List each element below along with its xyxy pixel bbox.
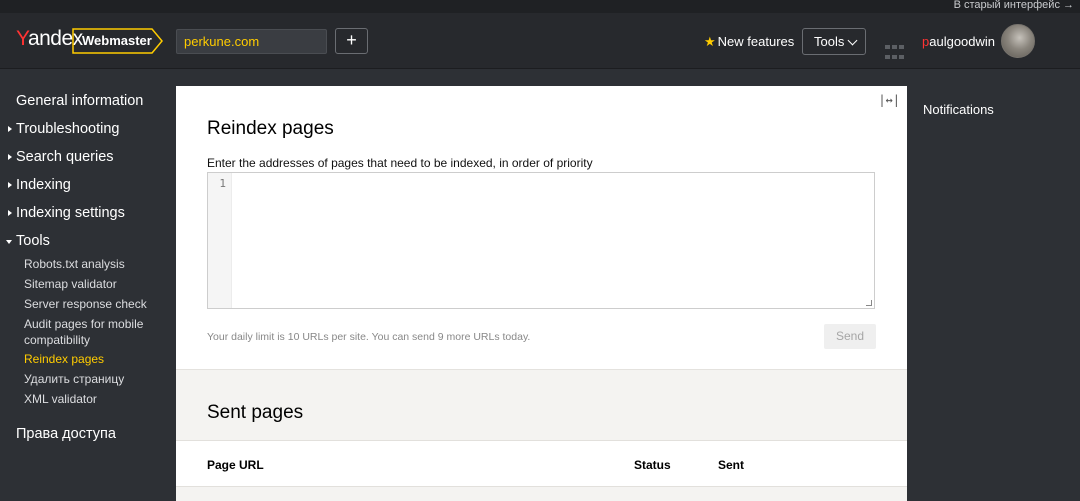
username[interactable]: paulgoodwin bbox=[922, 34, 995, 49]
sidebar-subitem-robots-txt-analysis[interactable]: Robots.txt analysis bbox=[24, 256, 174, 272]
notifications-title[interactable]: Notifications bbox=[923, 102, 994, 117]
star-icon: ★ bbox=[704, 34, 716, 49]
sidebar-item-access-rights[interactable]: Права доступа bbox=[16, 426, 116, 442]
sidebar-subitem-reindex-pages[interactable]: Reindex pages bbox=[24, 351, 174, 367]
column-header-status[interactable]: Status bbox=[634, 458, 671, 472]
sent-pages-section: Sent pages Page URL Status Sent bbox=[176, 369, 907, 501]
send-button[interactable]: Send bbox=[824, 324, 876, 349]
avatar[interactable] bbox=[1001, 24, 1035, 58]
header: Yandex Webmaster perkune.com + ★ New feat… bbox=[0, 13, 1080, 69]
sidebar-item-search-queries[interactable]: Search queries bbox=[8, 149, 114, 165]
site-selector[interactable]: perkune.com bbox=[176, 29, 327, 54]
daily-limit-text: Your daily limit is 10 URLs per site. Yo… bbox=[207, 331, 531, 343]
caret-right-icon bbox=[8, 126, 12, 132]
sent-pages-table-header: Page URL Status Sent bbox=[176, 440, 907, 487]
top-strip: В старый интерфейс → bbox=[0, 0, 1080, 13]
chevron-down-icon bbox=[847, 35, 858, 46]
caret-right-icon bbox=[8, 182, 12, 188]
column-header-page-url[interactable]: Page URL bbox=[207, 458, 264, 472]
sidebar-item-troubleshooting[interactable]: Troubleshooting bbox=[8, 121, 119, 137]
sidebar-subitem-server-response-check[interactable]: Server response check bbox=[24, 296, 174, 312]
resize-handle-icon[interactable] bbox=[866, 300, 872, 306]
main-panel: |↔| Reindex pages Enter the addresses of… bbox=[176, 86, 907, 501]
urls-textarea[interactable]: 1 bbox=[207, 172, 875, 309]
old-interface-link[interactable]: В старый интерфейс → bbox=[954, 0, 1074, 11]
sidebar-subitem-xml-validator[interactable]: XML validator bbox=[24, 391, 174, 407]
sent-pages-title: Sent pages bbox=[207, 402, 304, 423]
new-features-link[interactable]: ★ New features bbox=[704, 34, 794, 50]
column-header-sent[interactable]: Sent bbox=[718, 458, 744, 472]
sidebar-item-indexing-settings[interactable]: Indexing settings bbox=[8, 205, 125, 221]
sidebar-item-general-information[interactable]: General information bbox=[16, 93, 143, 109]
line-number-gutter: 1 bbox=[208, 173, 232, 308]
sidebar-subitem-delete-page[interactable]: Удалить страницу bbox=[24, 371, 174, 387]
add-site-button[interactable]: + bbox=[335, 28, 368, 54]
page-title: Reindex pages bbox=[207, 118, 334, 139]
services-grid-icon[interactable] bbox=[885, 45, 906, 62]
webmaster-service-tag[interactable]: Webmaster bbox=[72, 28, 164, 54]
caret-right-icon bbox=[8, 210, 12, 216]
urls-field-label: Enter the addresses of pages that need t… bbox=[207, 156, 593, 170]
sidebar-subitem-sitemap-validator[interactable]: Sitemap validator bbox=[24, 276, 174, 292]
line-number: 1 bbox=[219, 177, 226, 190]
caret-down-icon bbox=[6, 240, 12, 244]
tools-dropdown[interactable]: Tools bbox=[802, 28, 866, 55]
expand-width-icon[interactable]: |↔| bbox=[878, 93, 900, 107]
caret-right-icon bbox=[8, 154, 12, 160]
sidebar-item-indexing[interactable]: Indexing bbox=[8, 177, 71, 193]
service-name: Webmaster bbox=[82, 33, 152, 48]
sidebar-subitem-mobile-audit[interactable]: Audit pages for mobile compatibility bbox=[24, 316, 174, 348]
sidebar-item-tools[interactable]: Tools bbox=[6, 233, 50, 249]
